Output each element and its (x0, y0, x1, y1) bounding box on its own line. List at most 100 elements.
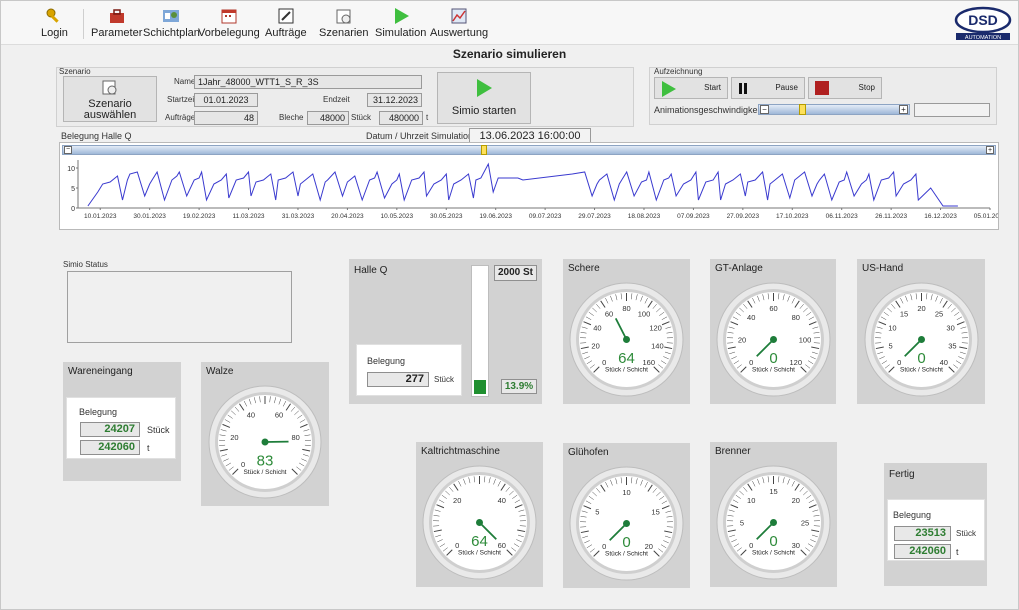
x-tick-label: 31.03.2023 (282, 213, 315, 220)
gauge-hub (261, 438, 269, 446)
gauge-tick-label: 60 (605, 309, 613, 318)
chart-scroll-thumb[interactable] (481, 145, 487, 155)
login-button[interactable]: Login (41, 7, 68, 39)
us-hand-panel: US-Hand 0 5 10 15 20 25 30 35 40 0 Stück / Schicht (857, 259, 985, 404)
x-tick-label: 19.02.2023 (183, 213, 216, 220)
x-tick-label: 05.01.2024 (974, 213, 998, 220)
gauge-value: 0 (622, 534, 630, 551)
halle-q-title: Halle Q (354, 265, 388, 276)
slider-minus-icon[interactable]: − (760, 105, 769, 114)
logo-text: DSD (968, 12, 998, 28)
gauge-tick-label: 40 (940, 358, 948, 367)
halle-q-capacity: 2000 St (494, 265, 537, 281)
endzeit-field[interactable]: 31.12.2023 (367, 93, 422, 107)
y-tick-label: 0 (71, 206, 75, 213)
halle-q-percent: 13.9% (501, 379, 537, 394)
wareneingang-card: Belegung 24207 Stück 242060 t (66, 397, 176, 459)
auftraege-button[interactable]: Aufträge (265, 7, 307, 39)
brenner-gauge: 0 5 10 15 20 25 30 0Stück / Schicht (716, 465, 831, 580)
szenarien-button[interactable]: Szenarien (319, 7, 369, 39)
startzeit-label: Startzeit (167, 95, 197, 104)
aufzeichnung-group-label: Aufzeichnung (654, 67, 703, 76)
people-icon (163, 10, 180, 22)
szenario-auswaehlen-button[interactable]: Szenario auswählen (63, 76, 157, 122)
gauge-unit: Stück / Schicht (458, 550, 501, 557)
slider-thumb[interactable] (799, 104, 806, 115)
gauge-tick-label: 80 (792, 313, 800, 322)
gauge-tick-label: 25 (935, 309, 943, 318)
gauge-unit: Stück / Schicht (244, 469, 287, 476)
simulation-label: Simulation (375, 27, 427, 39)
gauge-tick-label: 100 (638, 309, 651, 318)
chart-title: Belegung Halle Q (61, 131, 132, 141)
auswertung-button[interactable]: Auswertung (430, 7, 488, 39)
gauge-tick-label: 5 (889, 342, 893, 351)
gauge-tick-label: 40 (247, 410, 255, 419)
wareneingang-t-value: 242060 (80, 440, 140, 455)
name-field[interactable]: 1Jahr_48000_WTT1_S_R_3S (194, 75, 422, 89)
page-title: Szenario simulieren (452, 47, 567, 61)
chart-zoom-plus-icon[interactable]: + (986, 146, 994, 154)
app-window: Login Parameter Schichtplan Vorbelegung … (0, 0, 1019, 610)
aufzeichnung-group: Aufzeichnung Start Pause Stop Animations… (649, 67, 997, 125)
logo-subtext: AUTOMATION (965, 35, 1001, 41)
gauge-tick-label: 60 (498, 541, 506, 550)
szenario-group: Szenario Szenario auswählen Name 1Jahr_4… (56, 67, 634, 127)
gauge-tick-label: 100 (799, 336, 812, 345)
kaltrichtmaschine-panel: Kaltrichtmaschine 0 20 40 60 64 Stück / Schic… (416, 442, 543, 587)
bleche-field[interactable]: 48000 (307, 111, 349, 125)
parameter-button[interactable]: Parameter (91, 7, 142, 39)
halle-q-level-fill (474, 379, 486, 394)
t-field[interactable]: 480000 (379, 111, 423, 125)
gauge-tick-label: 20 (917, 304, 925, 313)
startzeit-field[interactable]: 01.01.2023 (194, 93, 258, 107)
gauge-value: 64 (471, 533, 488, 550)
gt-anlage-title: GT-Anlage (715, 263, 763, 274)
slider-plus-icon[interactable]: + (899, 105, 908, 114)
chart-icon (451, 8, 467, 24)
gauge-hub (918, 336, 925, 343)
stueck-label: Stück (351, 113, 372, 122)
schichtplan-button[interactable]: Schichtplan (143, 7, 200, 39)
halle-q-level-bar (471, 265, 489, 397)
gauge-tick-label: 15 (900, 309, 908, 318)
fertig-stueck-value: 23513 (894, 526, 951, 541)
gauge-tick-label: 20 (453, 496, 461, 505)
rec-pause-button[interactable]: Pause (731, 77, 805, 99)
stop-icon (815, 81, 829, 95)
gauge-value: 0 (769, 350, 777, 367)
simulation-button[interactable]: Simulation (375, 7, 426, 39)
szenario-auswaehlen-label: Szenario auswählen (83, 98, 137, 121)
gauge-tick-label: 10 (622, 488, 630, 497)
gauge-hub (623, 520, 630, 527)
gauge-tick-label: 140 (651, 342, 664, 351)
gauge-tick-label: 160 (643, 358, 656, 367)
x-tick-label: 09.07.2023 (529, 213, 562, 220)
scenario-icon (336, 9, 351, 24)
chart-zoom-minus-icon[interactable]: − (64, 146, 72, 154)
animation-speed-slider[interactable]: − + (758, 104, 910, 115)
gauge-tick-label: 80 (622, 304, 630, 313)
vorbelegung-button[interactable]: Vorbelegung (198, 7, 260, 39)
gauge-tick-label: 60 (275, 410, 283, 419)
x-tick-label: 18.08.2023 (628, 213, 661, 220)
gauge-hub (770, 336, 777, 343)
x-tick-label: 07.09.2023 (677, 213, 710, 220)
simio-starten-label: Simio starten (451, 105, 517, 117)
rec-start-button[interactable]: Start (654, 77, 728, 99)
calendar-icon (221, 9, 237, 24)
vorbelegung-label: Vorbelegung (198, 27, 260, 39)
szenarien-label: Szenarien (319, 27, 369, 39)
wareneingang-stueck-unit: Stück (147, 425, 170, 435)
gauge-value: 0 (917, 350, 925, 367)
walze-gauge: 0 20 40 60 80 83Stück / Schicht (208, 385, 322, 499)
chart-scrollbar[interactable]: − + (62, 145, 996, 155)
x-tick-label: 20.04.2023 (331, 213, 364, 220)
gauge-unit: Stück / Schicht (752, 550, 795, 557)
auftraege-field[interactable]: 48 (194, 111, 258, 125)
login-label: Login (41, 27, 68, 39)
animation-speed-field[interactable] (914, 103, 990, 117)
simio-starten-button[interactable]: Simio starten (437, 72, 531, 124)
gauge-unit: Stück / Schicht (752, 367, 795, 374)
rec-stop-button[interactable]: Stop (808, 77, 882, 99)
